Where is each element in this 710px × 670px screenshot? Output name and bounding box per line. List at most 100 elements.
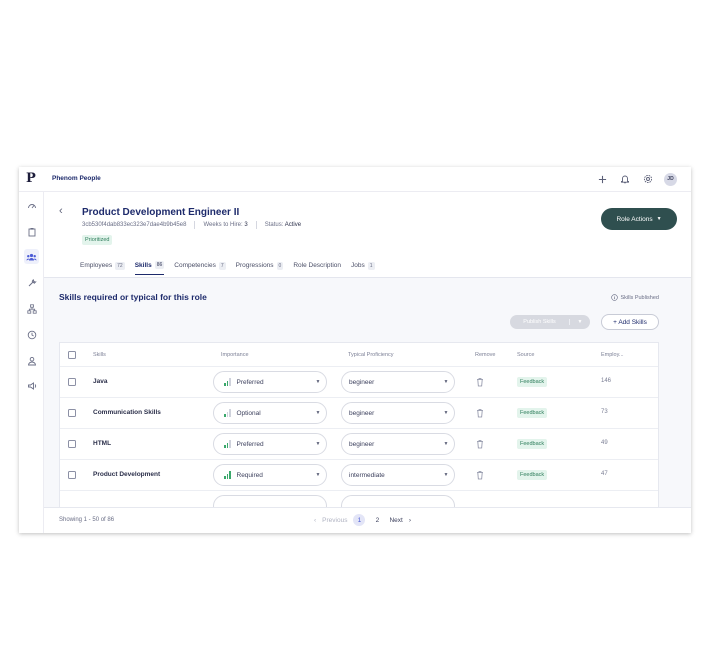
top-icons: JD: [595, 172, 677, 186]
bell-icon[interactable]: [618, 172, 632, 186]
caret-down-icon: ▼: [443, 410, 449, 416]
caret-down-icon: ▼: [656, 216, 662, 222]
tab-count: 72: [115, 261, 125, 270]
row-checkbox[interactable]: [68, 440, 76, 448]
proficiency-select[interactable]: begineer ▼: [341, 433, 455, 455]
row-checkbox[interactable]: [68, 471, 76, 479]
tab-role-description[interactable]: Role Description: [293, 261, 341, 275]
clipboard-icon[interactable]: [24, 224, 39, 239]
header-source[interactable]: Source: [517, 352, 534, 358]
tab-count: 1: [367, 261, 375, 270]
employee-count: 47: [601, 471, 608, 477]
gear-icon[interactable]: [641, 172, 655, 186]
caret-down-icon[interactable]: ▼: [570, 319, 590, 325]
tab-employees[interactable]: Employees 72: [80, 261, 125, 275]
page-title: Product Development Engineer II: [82, 207, 240, 218]
skills-table: Skills Importance Typical Proficiency Re…: [59, 342, 659, 533]
avatar[interactable]: JD: [664, 172, 677, 186]
select-all-checkbox[interactable]: [68, 351, 76, 359]
caret-down-icon: ▼: [443, 379, 449, 385]
plus-icon[interactable]: [595, 172, 609, 186]
tab-skills[interactable]: Skills 86: [134, 261, 165, 275]
next-button[interactable]: Next: [389, 517, 402, 524]
publish-skills-button[interactable]: Publish Skills ▼: [510, 315, 590, 329]
previous-button[interactable]: Previous: [322, 517, 347, 524]
user-icon[interactable]: [24, 353, 39, 368]
skill-name: Communication Skills: [93, 409, 161, 416]
importance-bars-icon: [224, 378, 231, 386]
source-badge: Feedback: [517, 439, 548, 449]
proficiency-value: begineer: [349, 440, 375, 448]
company-name: Phenom People: [52, 175, 101, 182]
megaphone-icon[interactable]: [24, 378, 39, 393]
tab-count: 0: [276, 261, 284, 270]
section-title: Skills required or typical for this role: [59, 292, 207, 302]
page-2-button[interactable]: 2: [371, 514, 383, 526]
employee-count: 146: [601, 378, 612, 384]
proficiency-value: begineer: [349, 378, 375, 386]
source-badge: Feedback: [517, 408, 548, 418]
skill-name: Product Development: [93, 471, 161, 478]
caret-down-icon: ▼: [315, 472, 321, 478]
proficiency-select[interactable]: begineer ▼: [341, 371, 455, 393]
source-badge: Feedback: [517, 377, 548, 387]
tab-jobs[interactable]: Jobs 1: [351, 261, 375, 275]
prioritized-badge: Prioritized: [82, 235, 113, 245]
importance-select[interactable]: Preferred ▼: [213, 433, 327, 455]
chevron-left-icon[interactable]: ‹: [314, 517, 316, 524]
trash-icon[interactable]: [476, 408, 484, 418]
tabs: Employees 72 Skills 86 Competencies 7 Progr…: [80, 261, 375, 275]
row-checkbox[interactable]: [68, 378, 76, 386]
divider: [194, 221, 196, 229]
table-row: Product Development Required ▼ intermedi…: [60, 460, 658, 491]
top-bar: P Phenom People JD: [19, 167, 691, 192]
showing-count: Showing 1 - 50 of 86: [59, 517, 115, 523]
clock-icon[interactable]: [24, 327, 39, 342]
role-actions-label: Role Actions: [616, 215, 653, 223]
header-proficiency[interactable]: Typical Proficiency: [348, 352, 394, 358]
skills-section: Skills required or typical for this role…: [44, 278, 691, 533]
header-skills[interactable]: Skills: [93, 352, 106, 358]
role-id: 3cb530f4dab833ec323e7dae4b9b45e8: [82, 222, 187, 228]
info-icon: [611, 294, 619, 301]
dashboard-icon[interactable]: [24, 198, 39, 213]
proficiency-value: begineer: [349, 409, 375, 417]
employee-count: 73: [601, 409, 608, 415]
tab-label: Skills: [134, 261, 152, 269]
role-actions-button[interactable]: Role Actions ▼: [601, 208, 677, 230]
page-1-button[interactable]: 1: [353, 514, 366, 526]
table-row: HTML Preferred ▼ begineer ▼ Feedback 49: [60, 429, 658, 460]
header-importance[interactable]: Importance: [221, 352, 249, 358]
divider: [255, 221, 257, 229]
row-checkbox[interactable]: [68, 409, 76, 417]
people-icon[interactable]: [24, 249, 39, 264]
proficiency-select[interactable]: begineer ▼: [341, 402, 455, 424]
importance-select[interactable]: Required ▼: [213, 464, 327, 486]
importance-select[interactable]: Optional ▼: [213, 402, 327, 424]
trash-icon[interactable]: [476, 439, 484, 449]
importance-bars-icon: [224, 409, 231, 417]
tools-icon[interactable]: [24, 275, 39, 290]
phenom-logo[interactable]: P: [26, 172, 40, 186]
chevron-right-icon[interactable]: ›: [409, 517, 411, 524]
tab-competencies[interactable]: Competencies 7: [174, 261, 226, 275]
caret-down-icon: ▼: [443, 472, 449, 478]
add-skills-button[interactable]: + Add Skills: [601, 314, 659, 330]
header-employees[interactable]: Employ...: [601, 352, 624, 358]
table-row: Java Preferred ▼ begineer ▼ Feedback 146: [60, 367, 658, 398]
proficiency-select[interactable]: intermediate ▼: [341, 464, 455, 486]
importance-value: Preferred: [236, 378, 264, 386]
source-badge: Feedback: [517, 470, 548, 480]
tab-progressions[interactable]: Progressions 0: [236, 261, 284, 275]
app-window: P Phenom People JD ‹ Product Development…: [19, 167, 691, 533]
skill-name: HTML: [93, 440, 112, 447]
header-remove: Remove: [475, 352, 496, 358]
trash-icon[interactable]: [476, 377, 484, 387]
back-chevron-icon[interactable]: ‹: [59, 205, 63, 217]
role-meta: 3cb530f4dab833ec323e7dae4b9b45e8 Weeks t…: [82, 221, 301, 229]
org-chart-icon[interactable]: [24, 301, 39, 316]
importance-select[interactable]: Preferred ▼: [213, 371, 327, 393]
pager: ‹ Previous 1 2 Next ›: [314, 514, 411, 526]
trash-icon[interactable]: [476, 470, 484, 480]
published-label: Skills Published: [620, 294, 659, 301]
